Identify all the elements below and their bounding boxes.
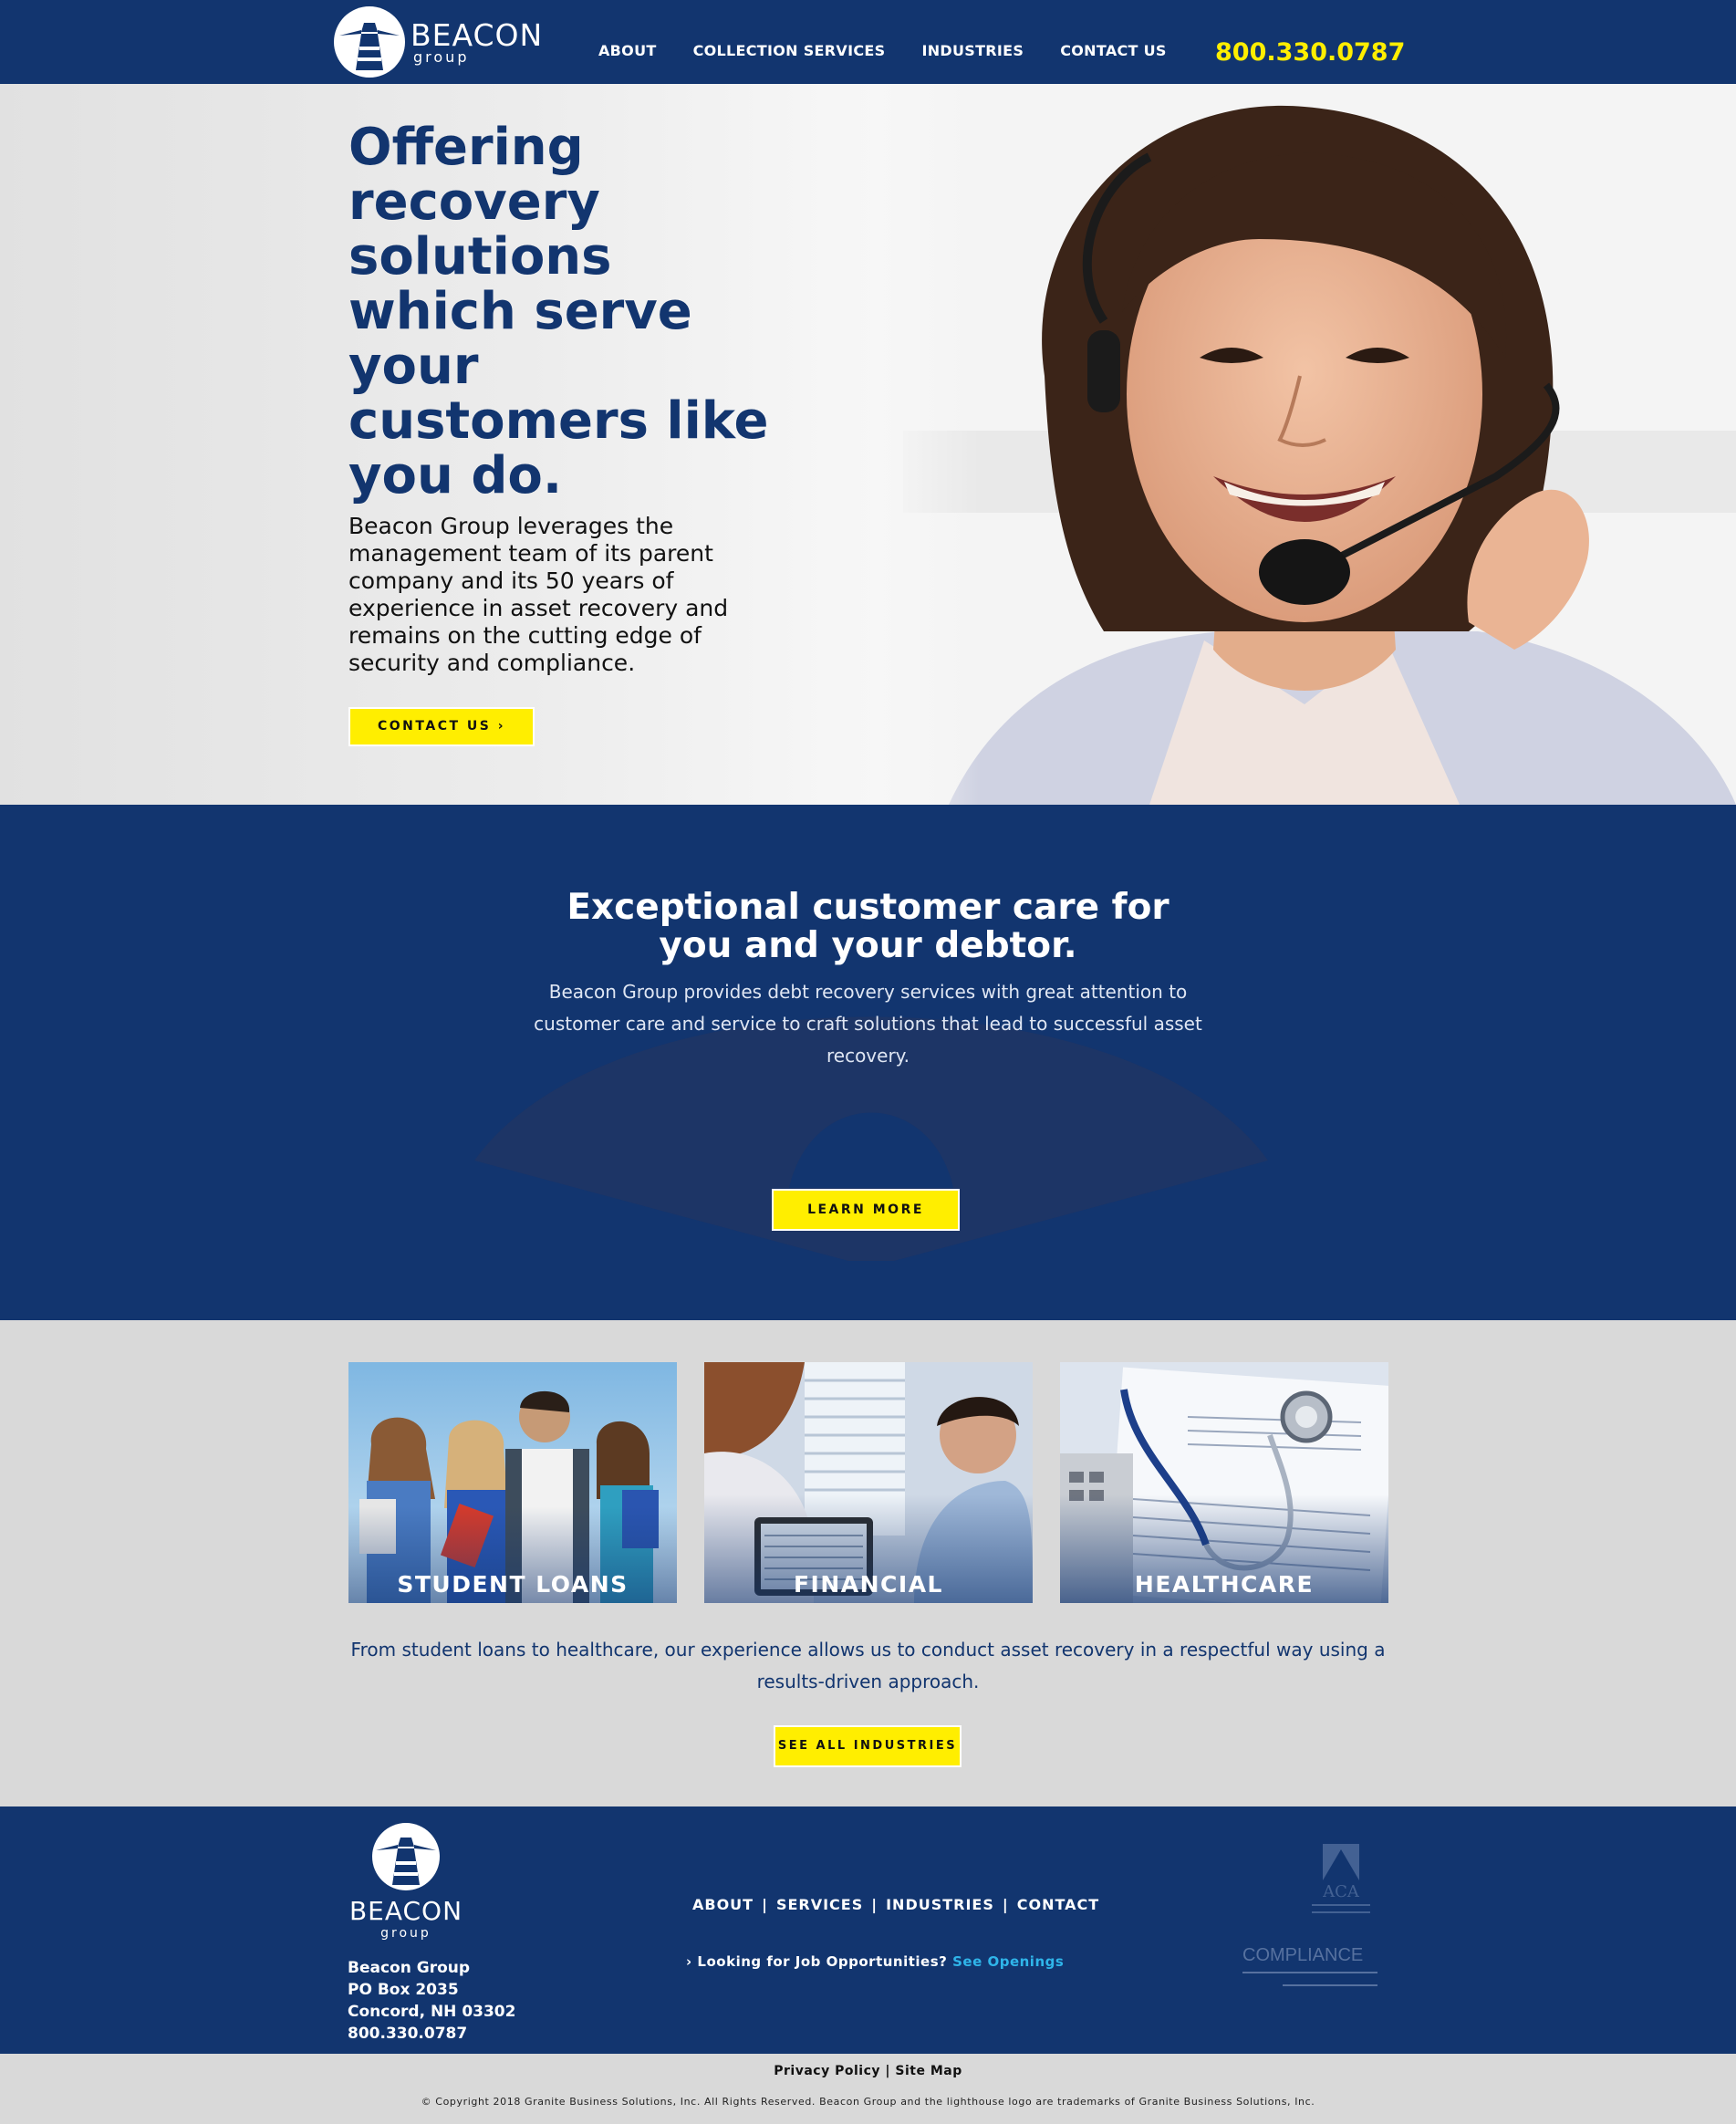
address-po-box: PO Box 2035	[348, 1981, 459, 1999]
contact-us-button[interactable]: CONTACT US ›	[348, 707, 535, 746]
learn-more-button[interactable]: LEARN MORE	[772, 1189, 960, 1231]
hero-description: Beacon Group leverages the management te…	[348, 513, 729, 676]
card-label-healthcare: HEALTHCARE	[1134, 1571, 1315, 1598]
address-phone[interactable]: 800.330.0787	[348, 2023, 515, 2045]
legal-bar: Privacy Policy | Site Map © Copyright 20…	[0, 2054, 1736, 2124]
footer-logo[interactable]: BEACON group	[347, 1823, 465, 1941]
see-openings-link[interactable]: See Openings	[952, 1953, 1064, 1970]
customer-care-section: Exceptional customer care for you and yo…	[0, 805, 1736, 1320]
site-map-link[interactable]: Site Map	[895, 2064, 962, 2078]
industry-card-healthcare[interactable]: HEALTHCARE	[1060, 1362, 1388, 1603]
nav-about[interactable]: ABOUT	[598, 42, 657, 59]
footer-subtitle: group	[380, 1926, 431, 1941]
compliance-forum-badge[interactable]: COMPLIANCE	[1242, 1945, 1377, 2000]
footer-address: Beacon Group PO Box 2035 Concord, NH 033…	[348, 1957, 515, 2045]
industry-card-financial[interactable]: FINANCIAL	[704, 1362, 1033, 1603]
footer-link-industries[interactable]: INDUSTRIES	[886, 1896, 994, 1913]
chevron-right-icon: ›	[686, 1953, 692, 1970]
financial-photo	[704, 1362, 1033, 1603]
site-header: BEACON group ABOUT COLLECTION SERVICES I…	[0, 0, 1736, 84]
healthcare-photo	[1060, 1362, 1388, 1603]
main-nav: ABOUT COLLECTION SERVICES INDUSTRIES CON…	[598, 42, 1203, 59]
footer-link-contact[interactable]: CONTACT	[1017, 1896, 1099, 1913]
footer-separator: |	[871, 1896, 878, 1913]
care-description: Beacon Group provides debt recovery serv…	[534, 981, 1202, 1067]
aca-badge-label: ACA	[1322, 1882, 1360, 1901]
footer-separator: |	[762, 1896, 768, 1913]
footer-link-about[interactable]: ABOUT	[692, 1896, 754, 1913]
hero-section: Offering recovery solutions which serve …	[0, 84, 1736, 805]
privacy-policy-link[interactable]: Privacy Policy	[774, 2064, 880, 2078]
lighthouse-icon	[334, 6, 405, 78]
aca-badge-icon[interactable]: ACA	[1305, 1840, 1377, 1922]
copyright-text: © Copyright 2018 Granite Business Soluti…	[421, 2096, 1315, 2108]
lighthouse-icon	[372, 1823, 440, 1890]
footer-link-services[interactable]: SERVICES	[776, 1896, 863, 1913]
agent-photo	[876, 84, 1736, 805]
industry-card-student-loans[interactable]: STUDENT LOANS	[348, 1362, 677, 1603]
job-opportunities: › Looking for Job Opportunities? See Ope…	[686, 1953, 1064, 1970]
address-company: Beacon Group	[348, 1959, 471, 1977]
footer-separator: |	[1002, 1896, 1009, 1913]
header-phone[interactable]: 800.330.0787	[1215, 38, 1405, 67]
card-label-financial: FINANCIAL	[793, 1571, 943, 1598]
address-city: Concord, NH 03302	[348, 2003, 516, 2021]
students-photo	[348, 1362, 677, 1603]
nav-industries[interactable]: INDUSTRIES	[921, 42, 1024, 59]
footer-nav: ABOUT | SERVICES | INDUSTRIES | CONTACT	[692, 1896, 1099, 1913]
beacon-logo[interactable]: BEACON group	[334, 5, 542, 79]
industries-description: From student loans to healthcare, our ex…	[350, 1639, 1386, 1692]
jobs-text: Looking for Job Opportunities?	[697, 1953, 948, 1970]
care-heading: Exceptional customer care for you and yo…	[567, 887, 1169, 966]
legal-separator: |	[885, 2064, 896, 2078]
see-all-industries-button[interactable]: SEE ALL INDUSTRIES	[774, 1725, 962, 1767]
footer-wordmark: BEACON	[348, 1896, 463, 1926]
site-footer: BEACON group Beacon Group PO Box 2035 Co…	[0, 1806, 1736, 2054]
nav-contact-us[interactable]: CONTACT US	[1060, 42, 1167, 59]
legal-links: Privacy Policy | Site Map	[0, 2064, 1736, 2078]
logo-wordmark: BEACON	[411, 16, 544, 53]
hero-heading: Offering recovery solutions which serve …	[348, 118, 769, 505]
nav-collection-services[interactable]: COLLECTION SERVICES	[693, 42, 886, 59]
compliance-badge-label: COMPLIANCE	[1242, 1945, 1364, 1965]
card-label-student-loans: STUDENT LOANS	[397, 1571, 629, 1598]
industries-section: STUDENT LOANS FINANCIAL HEALTHCARE From …	[0, 1320, 1736, 1806]
